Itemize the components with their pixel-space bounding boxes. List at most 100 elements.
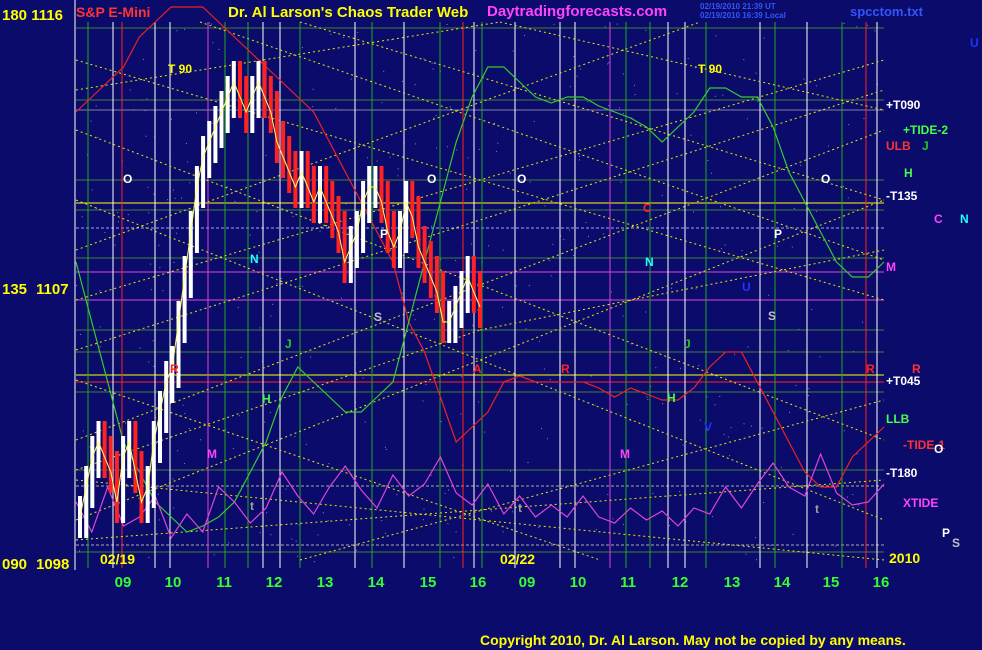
star: [607, 63, 609, 65]
star: [645, 29, 647, 31]
star: [292, 216, 294, 218]
star: [608, 105, 610, 107]
star: [757, 100, 759, 102]
star: [269, 412, 271, 414]
star: [528, 285, 530, 287]
star: [847, 197, 849, 199]
star: [604, 26, 606, 28]
price-bar: [256, 61, 261, 118]
star: [755, 537, 756, 539]
star: [433, 117, 435, 119]
star: [693, 211, 694, 213]
star: [715, 35, 717, 37]
star: [576, 75, 578, 77]
y-label-mid-price: 1107: [36, 281, 69, 298]
star: [553, 23, 555, 25]
star: [176, 30, 178, 32]
star: [310, 356, 312, 358]
star: [432, 68, 434, 70]
x-tick-label: 11: [620, 574, 636, 591]
star: [587, 101, 589, 103]
star: [622, 113, 624, 114]
x-tick-label: 11: [216, 574, 232, 591]
star: [440, 421, 442, 422]
price-bar: [84, 466, 89, 538]
star: [82, 430, 84, 432]
star: [687, 58, 689, 59]
star: [856, 26, 858, 28]
price-bar: [330, 181, 335, 238]
star: [793, 208, 795, 209]
star: [335, 108, 337, 109]
star: [729, 455, 731, 457]
star: [297, 555, 299, 557]
star: [719, 395, 721, 397]
star: [563, 238, 565, 240]
chart-label: T 90: [698, 62, 722, 76]
y-label-bottom: 090: [2, 556, 27, 573]
price-bar: [102, 421, 107, 478]
star: [145, 135, 147, 137]
star: [815, 85, 817, 87]
x-tick-label: 09: [519, 574, 536, 591]
star: [99, 326, 101, 328]
star: [185, 142, 187, 144]
star: [414, 319, 416, 321]
star: [551, 543, 553, 544]
star: [436, 147, 438, 149]
star: [662, 403, 664, 405]
star: [357, 31, 359, 33]
star: [848, 124, 850, 126]
price-bar: [158, 391, 162, 463]
star: [276, 282, 278, 284]
star: [446, 146, 448, 148]
star: [182, 404, 184, 406]
star: [356, 549, 358, 551]
right-label: -T180: [886, 466, 918, 480]
right-label: LLB: [886, 412, 910, 426]
star: [423, 58, 425, 60]
star: [690, 134, 692, 136]
star: [541, 428, 542, 429]
star: [422, 400, 424, 402]
price-bar: [114, 451, 119, 523]
right-label: C: [934, 212, 943, 226]
star: [569, 229, 570, 231]
star: [171, 118, 172, 120]
star: [682, 444, 684, 446]
star: [446, 24, 448, 25]
star: [211, 122, 213, 124]
chart-label: t: [815, 502, 819, 516]
star: [177, 450, 179, 452]
star: [143, 58, 144, 60]
star: [497, 142, 499, 144]
star: [447, 523, 449, 525]
star: [414, 84, 416, 86]
star: [139, 347, 141, 349]
chart-label: P: [380, 227, 388, 241]
right-label: N: [960, 212, 969, 226]
star: [741, 250, 743, 251]
price-bar: [434, 256, 439, 313]
star: [153, 193, 155, 195]
star: [533, 120, 535, 122]
star: [259, 327, 261, 329]
star: [95, 105, 97, 107]
star: [319, 230, 321, 232]
star: [466, 188, 468, 190]
star: [727, 436, 729, 438]
right-label: H: [904, 166, 913, 180]
star: [816, 211, 818, 212]
x-tick-label: 13: [724, 574, 741, 591]
star: [328, 463, 330, 465]
star: [430, 474, 432, 476]
right-label: P: [942, 526, 950, 540]
star: [381, 102, 383, 104]
star: [448, 489, 449, 491]
price-bar: [478, 271, 482, 328]
star: [401, 80, 403, 82]
star: [291, 538, 293, 540]
star: [634, 94, 636, 96]
star: [763, 502, 765, 503]
star: [183, 463, 185, 464]
